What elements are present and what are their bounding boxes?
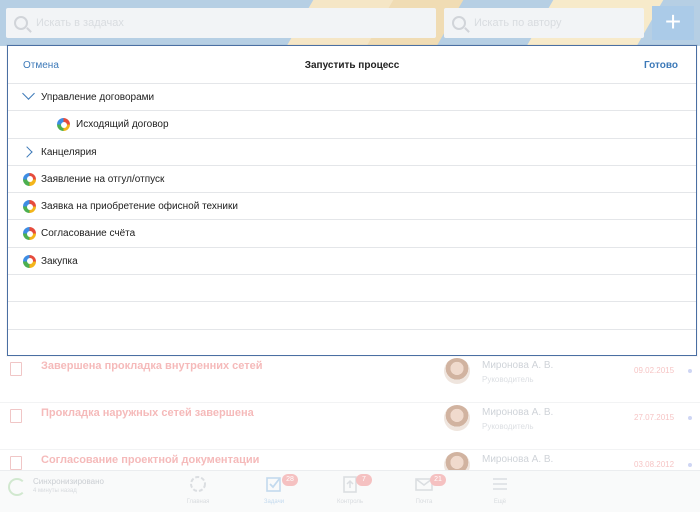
process-item-leave-request[interactable]: Заявление на отгул/отпуск	[8, 166, 696, 194]
process-ring-icon	[23, 200, 36, 214]
process-item-equipment-request[interactable]: Заявка на приобретение офисной техники	[8, 193, 696, 221]
process-ring-icon	[23, 227, 36, 241]
dialog-title: Запустить процесс	[304, 60, 400, 71]
process-item-label: Согласование счёта	[41, 228, 136, 240]
chevron-down-icon	[22, 87, 35, 100]
empty-row	[8, 275, 696, 303]
process-item-purchase[interactable]: Закупка	[8, 248, 696, 276]
empty-row	[8, 302, 696, 330]
process-group-contracts[interactable]: Управление договорами	[8, 84, 696, 112]
process-item-invoice-approval[interactable]: Согласование счёта	[8, 220, 696, 248]
process-group-office[interactable]: Канцелярия	[8, 139, 696, 166]
process-item-outgoing-contract[interactable]: Исходящий договор	[8, 111, 696, 139]
process-item-label: Заявка на приобретение офисной техники	[41, 201, 238, 213]
chevron-right-icon	[21, 145, 33, 158]
process-group-label: Канцелярия	[41, 146, 97, 158]
process-ring-icon	[57, 118, 70, 132]
process-item-label: Заявление на отгул/отпуск	[41, 173, 165, 185]
process-ring-icon	[23, 172, 36, 186]
dialog-header: Отмена Запустить процесс Готово	[8, 46, 696, 84]
process-item-label: Закупка	[41, 255, 78, 267]
done-button[interactable]: Готово	[644, 60, 678, 71]
process-ring-icon	[23, 254, 36, 268]
process-group-label: Управление договорами	[41, 92, 155, 103]
empty-row	[8, 330, 696, 355]
start-process-dialog: Отмена Запустить процесс Готово Управлен…	[7, 45, 697, 356]
process-item-label: Исходящий договор	[76, 119, 169, 131]
